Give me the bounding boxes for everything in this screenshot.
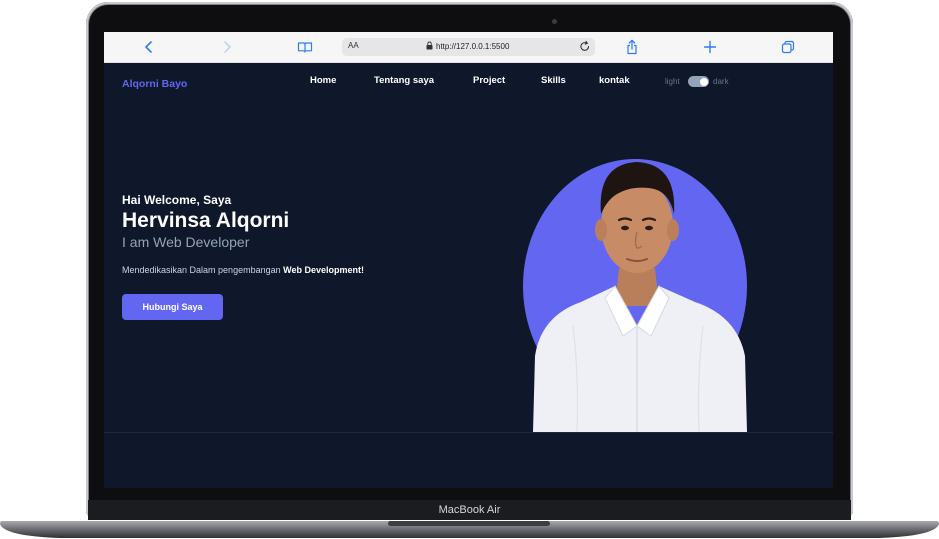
camera-icon: [552, 19, 557, 24]
plus-icon[interactable]: [703, 38, 717, 56]
laptop-mockup: AA http://127.0.0.1:5500 Alqorni Bayo Ho…: [0, 0, 939, 539]
hero-portrait: [523, 159, 747, 432]
hero-role: I am Web Developer: [122, 234, 250, 250]
hero-description-highlight: Web Development!: [283, 265, 364, 275]
site-navbar: Alqorni Bayo Home Tentang saya Project S…: [104, 63, 833, 101]
device-model-label: MacBook Air: [438, 504, 501, 516]
nav-link-kontak[interactable]: kontak: [599, 75, 630, 86]
book-icon[interactable]: [296, 38, 314, 56]
site-brand[interactable]: Alqorni Bayo: [122, 78, 187, 90]
nav-link-skills[interactable]: Skills: [541, 75, 566, 86]
theme-dark-label: dark: [713, 77, 729, 86]
tabs-icon[interactable]: [781, 38, 795, 56]
reload-icon[interactable]: [579, 39, 591, 56]
share-icon[interactable]: [625, 38, 639, 56]
nav-link-project[interactable]: Project: [473, 75, 505, 86]
address-bar[interactable]: AA http://127.0.0.1:5500: [342, 38, 595, 56]
toggle-knob: [699, 77, 708, 86]
text-size-button[interactable]: AA: [348, 41, 359, 50]
chevron-right-icon[interactable]: [220, 38, 234, 56]
contact-button[interactable]: Hubungi Saya: [122, 294, 223, 320]
chevron-left-icon[interactable]: [142, 38, 156, 56]
nav-link-home[interactable]: Home: [310, 75, 336, 86]
hero-greeting: Hai Welcome, Saya: [122, 193, 232, 207]
hero-name: Hervinsa Alqorni: [122, 209, 290, 232]
laptop-screen: AA http://127.0.0.1:5500 Alqorni Bayo Ho…: [104, 32, 833, 488]
browser-toolbar: AA http://127.0.0.1:5500: [104, 32, 833, 63]
nav-link-tentang-saya[interactable]: Tentang saya: [374, 75, 434, 86]
lock-icon: [426, 41, 433, 52]
theme-toggle[interactable]: [688, 76, 709, 87]
section-divider: [104, 432, 833, 433]
hero-description-text: Mendedikasikan Dalam pengembangan: [122, 265, 281, 275]
hero-description: Mendedikasikan Dalam pengembangan Web De…: [122, 265, 364, 275]
address-url: http://127.0.0.1:5500: [436, 42, 510, 51]
laptop-base: [0, 521, 939, 538]
theme-light-label: light: [665, 77, 680, 86]
